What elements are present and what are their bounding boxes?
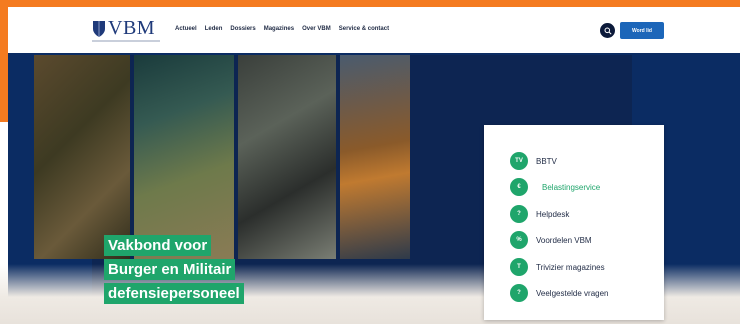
- menu-item-label: Helpdesk: [536, 209, 570, 219]
- calculator-icon: €: [510, 178, 528, 196]
- word-lid-button[interactable]: Word lid: [620, 22, 664, 39]
- search-icon: [604, 27, 612, 35]
- chat-icon: ?: [510, 284, 528, 302]
- menu-item-trivizier-magazines[interactable]: T Trivizier magazines: [510, 258, 605, 276]
- hero-title-line-3: defensiepersoneel: [104, 283, 244, 304]
- menu-item-veelgestelde-vragen[interactable]: ? Veelgestelde vragen: [510, 284, 609, 302]
- main-nav: Actueel Leden Dossiers Magazines Over VB…: [175, 26, 389, 32]
- shield-logo-icon: [93, 20, 105, 37]
- nav-item-magazines[interactable]: Magazines: [264, 26, 294, 32]
- menu-item-bbtv[interactable]: TV BBTV: [510, 152, 557, 170]
- vehicle-photo: [340, 55, 410, 259]
- menu-item-belastingservice[interactable]: € Belastingservice: [510, 178, 600, 196]
- hero-title-line-1: Vakbond voor: [104, 235, 212, 256]
- nav-item-actueel[interactable]: Actueel: [175, 26, 197, 32]
- menu-item-label: Veelgestelde vragen: [536, 288, 609, 298]
- question-icon: ?: [510, 205, 528, 223]
- quick-links-card: TV BBTV € Belastingservice ? Helpdesk % …: [484, 125, 664, 320]
- top-accent-bar: [0, 0, 740, 7]
- soldier-photo-3: [238, 55, 336, 259]
- search-button[interactable]: [600, 23, 615, 38]
- soldier-photo-1: [34, 55, 130, 259]
- menu-item-helpdesk[interactable]: ? Helpdesk: [510, 205, 569, 223]
- soldier-photo-2: [134, 55, 234, 259]
- menu-item-label: Voordelen VBM: [536, 235, 592, 245]
- tv-icon: TV: [510, 152, 528, 170]
- logo-text: VBM: [108, 17, 156, 39]
- menu-item-voordelen-vbm[interactable]: % Voordelen VBM: [510, 231, 592, 249]
- nav-item-leden[interactable]: Leden: [205, 26, 223, 32]
- menu-item-label: Belastingservice: [542, 182, 601, 192]
- site-header: VBM Actueel Leden Dossiers Magazines Ove…: [8, 7, 740, 53]
- tag-icon: %: [510, 231, 528, 249]
- menu-item-label: Trivizier magazines: [536, 262, 605, 272]
- hero-title: Vakbond voor Burger en Militair defensie…: [104, 235, 244, 304]
- hero-title-line-2: Burger en Militair: [104, 259, 236, 280]
- nav-item-dossiers[interactable]: Dossiers: [230, 26, 255, 32]
- nav-item-over-vbm[interactable]: Over VBM: [302, 26, 331, 32]
- logo-tagline: [92, 40, 160, 42]
- nav-item-service-contact[interactable]: Service & contact: [339, 26, 389, 32]
- magazine-icon: T: [510, 258, 528, 276]
- menu-item-label: BBTV: [536, 156, 557, 166]
- vbm-logo[interactable]: VBM: [92, 17, 155, 40]
